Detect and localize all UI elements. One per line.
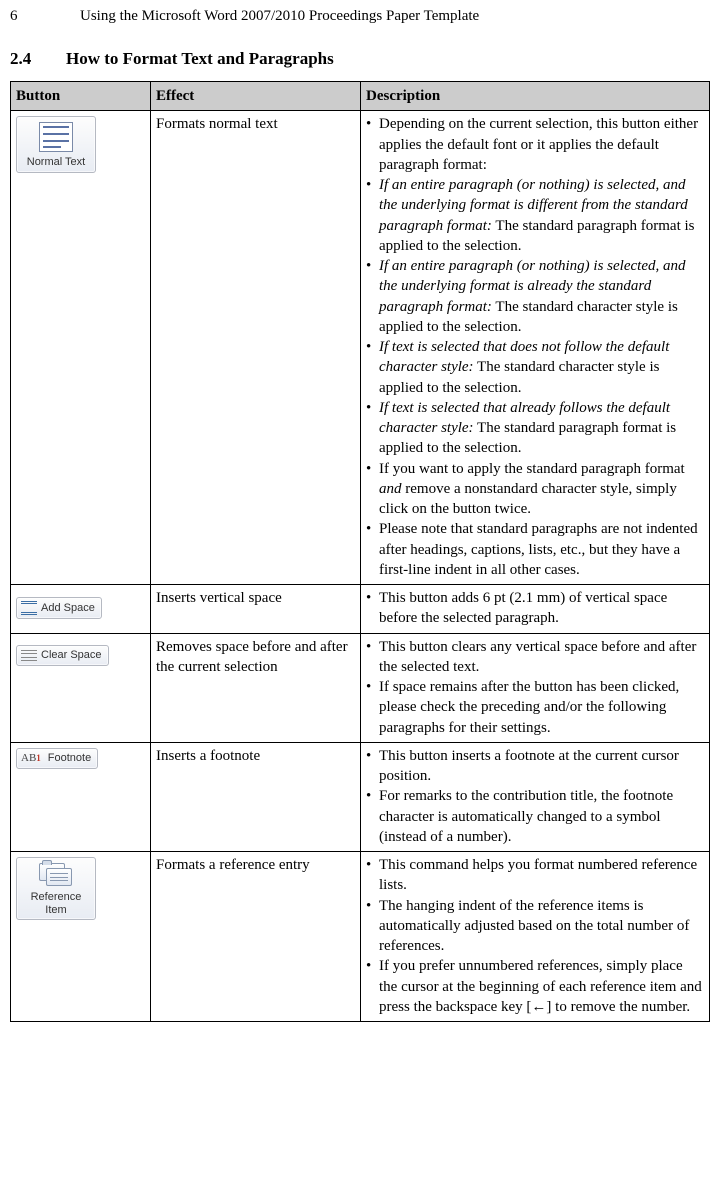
button-label: Normal Text bbox=[27, 156, 85, 169]
table-header-row: Button Effect Description bbox=[11, 82, 710, 111]
section-number: 2.4 bbox=[10, 48, 66, 71]
footnote-icon: AB1 bbox=[21, 751, 41, 766]
table-row: Clear Space Removes space before and aft… bbox=[11, 633, 710, 742]
description-cell: This button clears any vertical space be… bbox=[361, 633, 710, 742]
effect-cell: Formats normal text bbox=[151, 111, 361, 585]
button-cell: Add Space bbox=[11, 585, 151, 634]
description-cell: This button adds 6 pt (2.1 mm) of vertic… bbox=[361, 585, 710, 634]
add-space-icon bbox=[21, 600, 37, 616]
button-cell: Reference Item bbox=[11, 852, 151, 1022]
list-item: Depending on the current selection, this… bbox=[379, 114, 704, 175]
button-cell: AB1 Footnote bbox=[11, 742, 151, 851]
table-row: Reference Item Formats a reference entry… bbox=[11, 852, 710, 1022]
button-cell: Normal Text bbox=[11, 111, 151, 585]
footnote-button[interactable]: AB1 Footnote bbox=[16, 748, 98, 769]
formatting-table: Button Effect Description Normal Text bbox=[10, 81, 710, 1022]
col-header-description: Description bbox=[361, 82, 710, 111]
list-item: The hanging indent of the reference item… bbox=[379, 896, 704, 957]
button-label: Footnote bbox=[48, 751, 91, 766]
table-row: Add Space Inserts vertical space This bu… bbox=[11, 585, 710, 634]
running-header: 6 Using the Microsoft Word 2007/2010 Pro… bbox=[10, 6, 710, 26]
add-space-button[interactable]: Add Space bbox=[16, 597, 102, 619]
button-label: Clear Space bbox=[41, 648, 102, 663]
list-item: If text is selected that does not follow… bbox=[379, 337, 704, 398]
list-item: This button adds 6 pt (2.1 mm) of vertic… bbox=[379, 588, 704, 629]
description-cell: This button inserts a footnote at the cu… bbox=[361, 742, 710, 851]
effect-cell: Removes space before and after the curre… bbox=[151, 633, 361, 742]
normal-text-button[interactable]: Normal Text bbox=[16, 116, 96, 173]
section-title-text: How to Format Text and Paragraphs bbox=[66, 49, 334, 68]
page-number: 6 bbox=[10, 6, 80, 26]
col-header-effect: Effect bbox=[151, 82, 361, 111]
effect-cell: Inserts vertical space bbox=[151, 585, 361, 634]
effect-cell: Formats a reference entry bbox=[151, 852, 361, 1022]
list-item: If space remains after the button has be… bbox=[379, 677, 704, 738]
table-row: Normal Text Formats normal text Dependin… bbox=[11, 111, 710, 585]
page-body: 6 Using the Microsoft Word 2007/2010 Pro… bbox=[0, 0, 720, 1032]
list-item: This button inserts a footnote at the cu… bbox=[379, 746, 704, 787]
normal-text-icon bbox=[39, 122, 73, 156]
list-item: For remarks to the contribution title, t… bbox=[379, 786, 704, 847]
reference-item-icon bbox=[39, 863, 73, 891]
col-header-button: Button bbox=[11, 82, 151, 111]
list-item: If text is selected that already follows… bbox=[379, 398, 704, 459]
table-row: AB1 Footnote Inserts a footnote This but… bbox=[11, 742, 710, 851]
effect-cell: Inserts a footnote bbox=[151, 742, 361, 851]
list-item: If an entire paragraph (or nothing) is s… bbox=[379, 175, 704, 256]
list-item: If an entire paragraph (or nothing) is s… bbox=[379, 256, 704, 337]
list-item: If you prefer unnumbered references, sim… bbox=[379, 956, 704, 1017]
button-cell: Clear Space bbox=[11, 633, 151, 742]
list-item: This command helps you format numbered r… bbox=[379, 855, 704, 896]
button-label: Reference Item bbox=[19, 891, 93, 916]
section-heading: 2.4How to Format Text and Paragraphs bbox=[10, 48, 710, 71]
list-item: If you want to apply the standard paragr… bbox=[379, 459, 704, 520]
description-cell: This command helps you format numbered r… bbox=[361, 852, 710, 1022]
list-item: Please note that standard paragraphs are… bbox=[379, 519, 704, 580]
list-item: This button clears any vertical space be… bbox=[379, 637, 704, 678]
clear-space-icon bbox=[21, 648, 37, 662]
clear-space-button[interactable]: Clear Space bbox=[16, 645, 109, 666]
button-label: Add Space bbox=[41, 601, 95, 616]
running-title: Using the Microsoft Word 2007/2010 Proce… bbox=[80, 6, 479, 26]
description-cell: Depending on the current selection, this… bbox=[361, 111, 710, 585]
reference-item-button[interactable]: Reference Item bbox=[16, 857, 96, 920]
